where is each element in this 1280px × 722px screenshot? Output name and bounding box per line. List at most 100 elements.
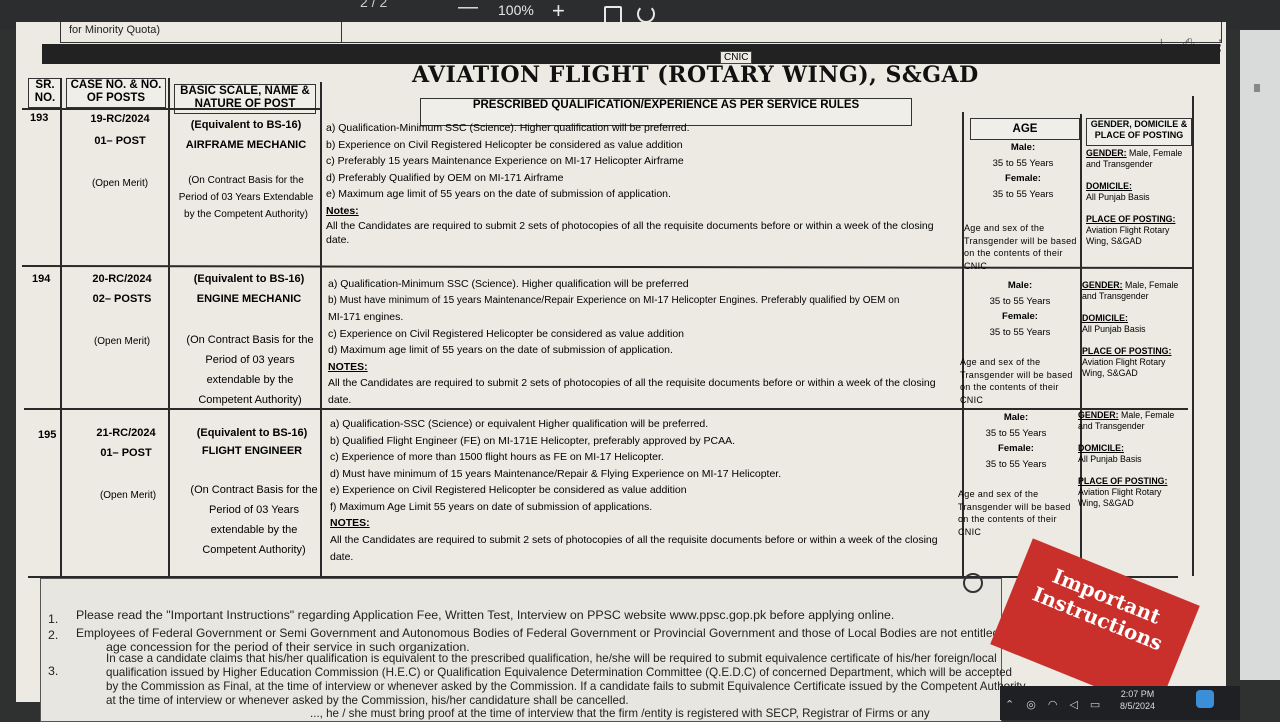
domicile-value: All Punjab Basis: [1082, 324, 1146, 334]
qualification-item: b) Experience on Civil Registered Helico…: [326, 138, 683, 151]
post-name: FLIGHT ENGINEER: [201, 445, 303, 457]
instruction-number: 1.: [48, 612, 59, 626]
notes-label: NOTES:: [330, 517, 370, 529]
instruction-line: at the time of interview or whenever ask…: [106, 694, 629, 707]
page-indicator: 2 / 2: [360, 0, 388, 10]
scale: (Equivalent to BS-16): [190, 119, 302, 131]
female-age: 35 to 55 Years: [989, 326, 1051, 338]
male-label: Male:: [1003, 412, 1029, 423]
notes-label: Notes:: [326, 204, 359, 217]
col-divider: [1192, 96, 1194, 576]
instruction-number: 3.: [48, 664, 59, 678]
minority-quota-label: for Minority Quota): [69, 24, 161, 36]
clock-date: 8/5/2024: [1120, 701, 1156, 711]
age-block: Male: 35 to 55 Years Female: 35 to 55 Ye…: [966, 278, 1074, 340]
gender-label: GENDER:: [1078, 410, 1119, 420]
female-label: Female:: [1002, 311, 1038, 322]
taskbar-clock[interactable]: 2:07 PM 8/5/2024: [1120, 688, 1155, 712]
transgender-note: Age and sex of the Transgender will be b…: [960, 357, 1073, 405]
instruction-number: 2.: [48, 628, 59, 642]
scrollbar[interactable]: [1240, 30, 1280, 680]
male-age: 35 to 55 Years: [989, 295, 1051, 307]
male-label: Male:: [1010, 142, 1036, 153]
section-title: AVIATION FLIGHT (ROTARY WING), S&GAD: [412, 62, 979, 88]
qualification-item: c) Experience on Civil Registered Helico…: [328, 327, 685, 340]
zoom-out-button[interactable]: —: [458, 0, 478, 19]
instruction-line: qualification issued by Higher Education…: [106, 666, 1012, 679]
scale: (Equivalent to BS-16): [193, 273, 305, 285]
merit-label: (Open Merit): [91, 178, 149, 189]
female-label: Female:: [998, 443, 1034, 454]
battery-icon[interactable]: ▭: [1090, 698, 1100, 711]
posting-value: Aviation Flight Rotary Wing, S&GAD: [1078, 487, 1162, 508]
age-block: Male: 35 to 55 Years Female: 35 to 55 Ye…: [962, 410, 1070, 472]
case-no: 20-RC/2024: [92, 273, 152, 285]
sr-no: 193: [30, 112, 49, 124]
notification-icon[interactable]: [1196, 690, 1214, 708]
qualification-item: f) Maximum Age Limit 55 years on date of…: [330, 500, 653, 513]
domicile-label: DOMICILE:: [1078, 443, 1124, 453]
female-label: Female:: [1005, 173, 1041, 184]
transgender-note: Age and sex of the Transgender will be b…: [958, 489, 1071, 537]
divider: [341, 22, 342, 42]
network-icon[interactable]: ◎: [1026, 698, 1036, 711]
posts-count: 02– POSTS: [92, 293, 152, 305]
instruction-line: In case a candidate claims that his/her …: [106, 652, 997, 665]
qualification-item: b) Must have minimum of 15 years Mainten…: [328, 294, 900, 306]
male-label: Male:: [1007, 280, 1033, 291]
qualification-item: c) Preferably 15 years Maintenance Exper…: [326, 155, 684, 167]
qualification-item: d) Must have minimum of 15 years Mainten…: [330, 467, 782, 480]
qualification-item: MI-171 engines.: [328, 311, 404, 323]
qualification-item: a) Qualification-Minimum SSC (Science). …: [328, 278, 689, 290]
posts-count: 01– POST: [100, 447, 152, 459]
notes-label: NOTES:: [328, 360, 368, 373]
transgender-note: Age and sex of the Transgender will be b…: [964, 223, 1077, 271]
rotate-icon[interactable]: [637, 5, 655, 23]
scroll-thumb[interactable]: [1254, 84, 1260, 92]
domicile-value: All Punjab Basis: [1086, 192, 1150, 202]
female-age: 35 to 55 Years: [985, 458, 1047, 470]
age-block: Male: 35 to 55 Years Female: 35 to 55 Ye…: [970, 140, 1076, 202]
qualification-item: d) Preferably Qualified by OEM on MI-171…: [326, 171, 564, 184]
contract-note: (On Contract Basis for the Period of 03 …: [186, 334, 314, 406]
gender-label: GENDER:: [1086, 148, 1127, 158]
chevron-up-icon[interactable]: ⌃: [1005, 698, 1014, 711]
header-age: AGE: [970, 118, 1080, 140]
male-age: 35 to 55 Years: [992, 157, 1054, 169]
instruction-line: Employees of Federal Government or Semi …: [76, 626, 1013, 640]
contract-note: (On Contract Basis for the Period of 03 …: [178, 175, 314, 220]
wifi-icon[interactable]: ◠: [1048, 698, 1058, 711]
qualification-item: e) Experience on Civil Registered Helico…: [330, 484, 687, 496]
male-age: 35 to 55 Years: [985, 427, 1047, 439]
col-divider: [60, 78, 62, 576]
posting-value: Aviation Flight Rotary Wing, S&GAD: [1082, 357, 1166, 378]
qualification-item: a) Qualification-SSC (Science) or equiva…: [330, 418, 709, 430]
clock-time: 2:07 PM: [1120, 689, 1155, 699]
gender-block: GENDER: Male, Female and Transgender DOM…: [1082, 280, 1188, 379]
qualification-item: c) Experience of more than 1500 flight h…: [330, 451, 664, 463]
qualification-list: a) Qualification-Minimum SSC (Science). …: [328, 276, 956, 409]
posting-label: PLACE OF POSTING:: [1082, 346, 1172, 356]
instruction-line: by the Commission as Final, at the time …: [106, 680, 1026, 693]
post-name: ENGINE MECHANIC: [196, 293, 302, 305]
zoom-in-button[interactable]: +: [552, 0, 565, 24]
case-no: 21-RC/2024: [96, 427, 156, 439]
header-sr: SR. NO.: [28, 78, 62, 108]
section-band: [42, 44, 1220, 64]
notes-text: All the Candidates are required to submi…: [328, 377, 936, 406]
header-gender: GENDER, DOMICILE & PLACE OF POSTING: [1086, 118, 1192, 146]
instruction-line: ..., he / she must bring proof at the ti…: [310, 707, 930, 720]
instruction-line: Please read the "Important Instructions"…: [76, 608, 895, 622]
posting-label: PLACE OF POSTING:: [1078, 476, 1168, 486]
volume-icon[interactable]: ◁: [1069, 698, 1077, 711]
sr-no: 194: [32, 273, 51, 285]
magnifier-icon[interactable]: [963, 573, 983, 593]
header-case: CASE NO. & NO. OF POSTS: [66, 78, 166, 108]
domicile-label: DOMICILE:: [1086, 181, 1132, 191]
qualification-item: a) Qualification-Minimum SSC (Science). …: [326, 122, 690, 134]
qualification-item: b) Qualified Flight Engineer (FE) on MI-…: [330, 434, 736, 447]
merit-label: (Open Merit): [99, 490, 157, 501]
gender-block: GENDER: Male, Female and Transgender DOM…: [1086, 148, 1190, 247]
contract-note: (On Contract Basis for the Period of 03 …: [190, 484, 318, 556]
domicile-label: DOMICILE:: [1082, 313, 1128, 323]
